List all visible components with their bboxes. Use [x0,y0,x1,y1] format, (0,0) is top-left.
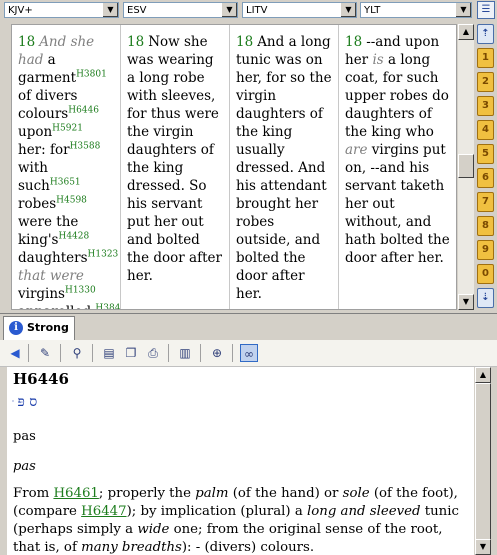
bookmark-button-7[interactable]: 7 [477,192,494,212]
verse-number[interactable]: 18 [345,34,362,50]
back-icon[interactable]: ◀ [6,344,24,362]
chevron-down-icon[interactable]: ▼ [221,3,237,17]
scroll-up-icon[interactable]: ▲ [475,367,491,383]
strong-definition-pane: H6446 ּ ס פּ pas pas From H6461; properl… [7,367,474,555]
bible-scrollbar[interactable]: ▲ ▼ [458,24,474,310]
version-select-3-value: LITV [246,5,268,16]
zoom-icon[interactable]: ⊕ [208,344,226,362]
column-ylt: 18 --and upon her is a long coat, for suc… [339,25,456,309]
book-icon[interactable]: ▥ [176,344,194,362]
bookmark-button-5[interactable]: 5 [477,144,494,164]
scrollbar-thumb[interactable] [475,383,491,543]
pronunciation: pas [13,459,36,474]
scroll-down-icon[interactable]: ▼ [458,294,474,310]
version-select-1[interactable]: KJV+ ▼ [4,2,119,18]
verse-number[interactable]: 18 [236,34,253,50]
info-icon: i [9,321,23,335]
chevron-down-icon[interactable]: ▼ [102,3,118,17]
nav-up-icon[interactable]: ⇡ [477,24,494,44]
column-esv: 18 Now she was wearing a long robe with s… [121,25,230,309]
transliteration: pas [13,429,36,444]
bookmark-strip: ⇡ 1 2 3 4 5 6 7 8 9 0 ⇣ [475,22,497,312]
column-kjv: 18 And she had a garmentH3801 of divers c… [12,25,121,310]
scroll-down-icon[interactable]: ▼ [475,539,491,555]
document-icon[interactable]: ▤ [100,344,118,362]
version-select-4-value: YLT [364,5,381,16]
tab-strong-label: Strong [27,321,69,334]
view-options-icon[interactable]: ☰ [477,1,495,19]
bible-parallel-view: 18 And she had a garmentH3801 of divers c… [11,24,457,310]
verse-number[interactable]: 18 [18,34,35,50]
bookmark-button-3[interactable]: 3 [477,96,494,116]
version-select-2-value: ESV [127,5,147,16]
column-litv: 18 And a long tunic was on her, for so th… [230,25,339,309]
print-icon[interactable]: ⎙ [144,344,162,362]
search-binoculars-icon[interactable]: ⚲ [68,344,86,362]
bookmark-button-0[interactable]: 0 [477,264,494,284]
verse-text: And a long tunic was on her, for so the … [236,34,332,302]
chevron-down-icon[interactable]: ▼ [455,3,471,17]
bookmark-button-6[interactable]: 6 [477,168,494,188]
scrollbar-thumb[interactable] [458,154,474,178]
verse-text: --and upon her is a long coat, for such … [345,34,450,266]
version-select-3[interactable]: LITV ▼ [242,2,357,18]
scroll-up-icon[interactable]: ▲ [458,24,474,40]
chevron-down-icon[interactable]: ▼ [340,3,356,17]
strong-number: H6446 [13,370,69,388]
verse-text: Now she was wearing a long robe with sle… [127,34,222,284]
nav-down-icon[interactable]: ⇣ [477,288,494,308]
version-select-4[interactable]: YLT ▼ [360,2,472,18]
definition-text: From H6461; properly the palm (of the ha… [13,486,459,555]
hebrew-word: ּ ס פּ [13,394,38,410]
copy-icon[interactable]: ❐ [122,344,140,362]
verse-number[interactable]: 18 [127,34,144,50]
bookmark-button-4[interactable]: 4 [477,120,494,140]
link-icon[interactable]: ∞ [240,344,258,362]
bookmark-button-8[interactable]: 8 [477,216,494,236]
tab-strong[interactable]: i Strong [3,316,75,340]
edit-note-icon[interactable]: ✎ [36,344,54,362]
version-select-2[interactable]: ESV ▼ [123,2,238,18]
bookmark-button-9[interactable]: 9 [477,240,494,260]
version-select-1-value: KJV+ [8,5,33,16]
strong-scrollbar[interactable]: ▲ ▼ [475,367,491,555]
verse-text: And she had a garmentH3801 of divers col… [18,34,121,310]
bookmark-button-1[interactable]: 1 [477,48,494,68]
strong-toolbar: ◀ ✎ ⚲ ▤ ❐ ⎙ ▥ ⊕ ∞ [0,340,497,367]
pane-left-edge [0,367,7,555]
bookmark-button-2[interactable]: 2 [477,72,494,92]
